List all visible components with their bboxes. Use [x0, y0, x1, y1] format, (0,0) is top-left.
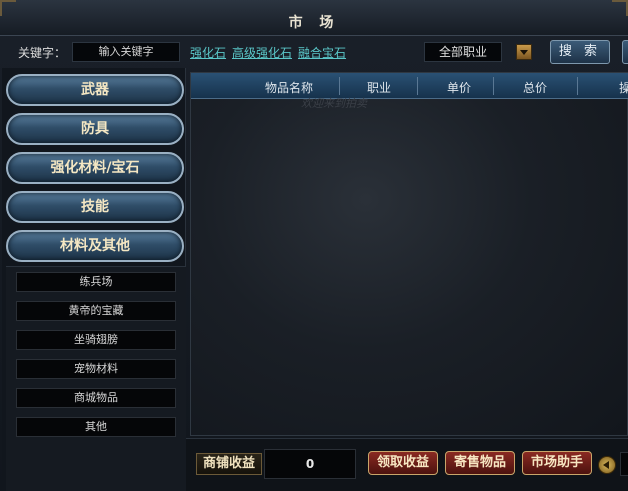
category-materials-other[interactable]: 材料及其他	[6, 230, 184, 262]
column-divider	[417, 77, 418, 95]
keyword-input[interactable]: 输入关键字	[72, 42, 180, 62]
column-header-action[interactable]: 操	[619, 79, 628, 96]
market-window: 市 场 关键字： 输入关键字 强化石 高级强化石 融合宝石 全部职业 搜 索 武…	[0, 0, 628, 491]
watermark-text: 欢迎来到拍卖	[301, 97, 367, 110]
subcategory-item[interactable]: 商城物品	[16, 388, 176, 408]
category-skills[interactable]: 技能	[6, 191, 184, 223]
claim-earnings-button[interactable]: 领取收益	[368, 451, 438, 475]
arrow-left-icon[interactable]	[598, 456, 616, 474]
subcategory-item[interactable]: 练兵场	[16, 272, 176, 292]
column-header-total-price[interactable]: 总价	[523, 79, 547, 96]
category-strengthen-materials-gems[interactable]: 强化材料/宝石	[6, 152, 184, 184]
quick-link-advanced-strengthen-stone[interactable]: 高级强化石	[232, 44, 292, 61]
subcategory-item[interactable]: 宠物材料	[16, 359, 176, 379]
chevron-down-icon[interactable]	[516, 44, 532, 60]
subcategory-item[interactable]: 黄帝的宝藏	[16, 301, 176, 321]
consign-item-button[interactable]: 寄售物品	[445, 451, 515, 475]
title-bar: 市 场	[0, 0, 628, 36]
keyword-label: 关键字：	[18, 46, 67, 60]
side-panel-edge	[620, 452, 628, 476]
search-button[interactable]: 搜 索	[550, 40, 610, 64]
column-divider	[577, 77, 578, 95]
search-row: 关键字： 输入关键字 强化石 高级强化石 融合宝石 全部职业 搜 索	[0, 38, 628, 68]
subcategory-item[interactable]: 其他	[16, 417, 176, 437]
extra-button[interactable]	[622, 40, 628, 64]
column-header-job[interactable]: 职业	[367, 79, 391, 96]
column-divider	[339, 77, 340, 95]
category-armor[interactable]: 防具	[6, 113, 184, 145]
market-assistant-button[interactable]: 市场助手	[522, 451, 592, 475]
quick-link-strengthen-stone[interactable]: 强化石	[190, 44, 226, 61]
category-weapons[interactable]: 武器	[6, 74, 184, 106]
subcategory-item[interactable]: 坐骑翅膀	[16, 330, 176, 350]
column-header-item-name[interactable]: 物品名称	[265, 79, 313, 96]
quick-link-fusion-gem[interactable]: 融合宝石	[298, 44, 346, 61]
shop-earnings-value: 0	[264, 449, 356, 479]
column-divider	[493, 77, 494, 95]
table-header: 物品名称 职业 单价 总价 操	[191, 73, 628, 99]
shop-earnings-label: 商铺收益	[196, 453, 262, 475]
listing-table: 物品名称 职业 单价 总价 操 欢迎来到拍卖	[190, 72, 628, 436]
column-header-unit-price[interactable]: 单价	[447, 79, 471, 96]
subcategory-panel: 练兵场 黄帝的宝藏 坐骑翅膀 宠物材料 商城物品 其他	[6, 266, 186, 491]
category-sidebar: 武器 防具 强化材料/宝石 技能 材料及其他 练兵场 黄帝的宝藏 坐骑翅膀 宠物…	[2, 68, 186, 491]
job-filter-select[interactable]: 全部职业	[424, 42, 502, 62]
window-title: 市 场	[288, 15, 340, 31]
